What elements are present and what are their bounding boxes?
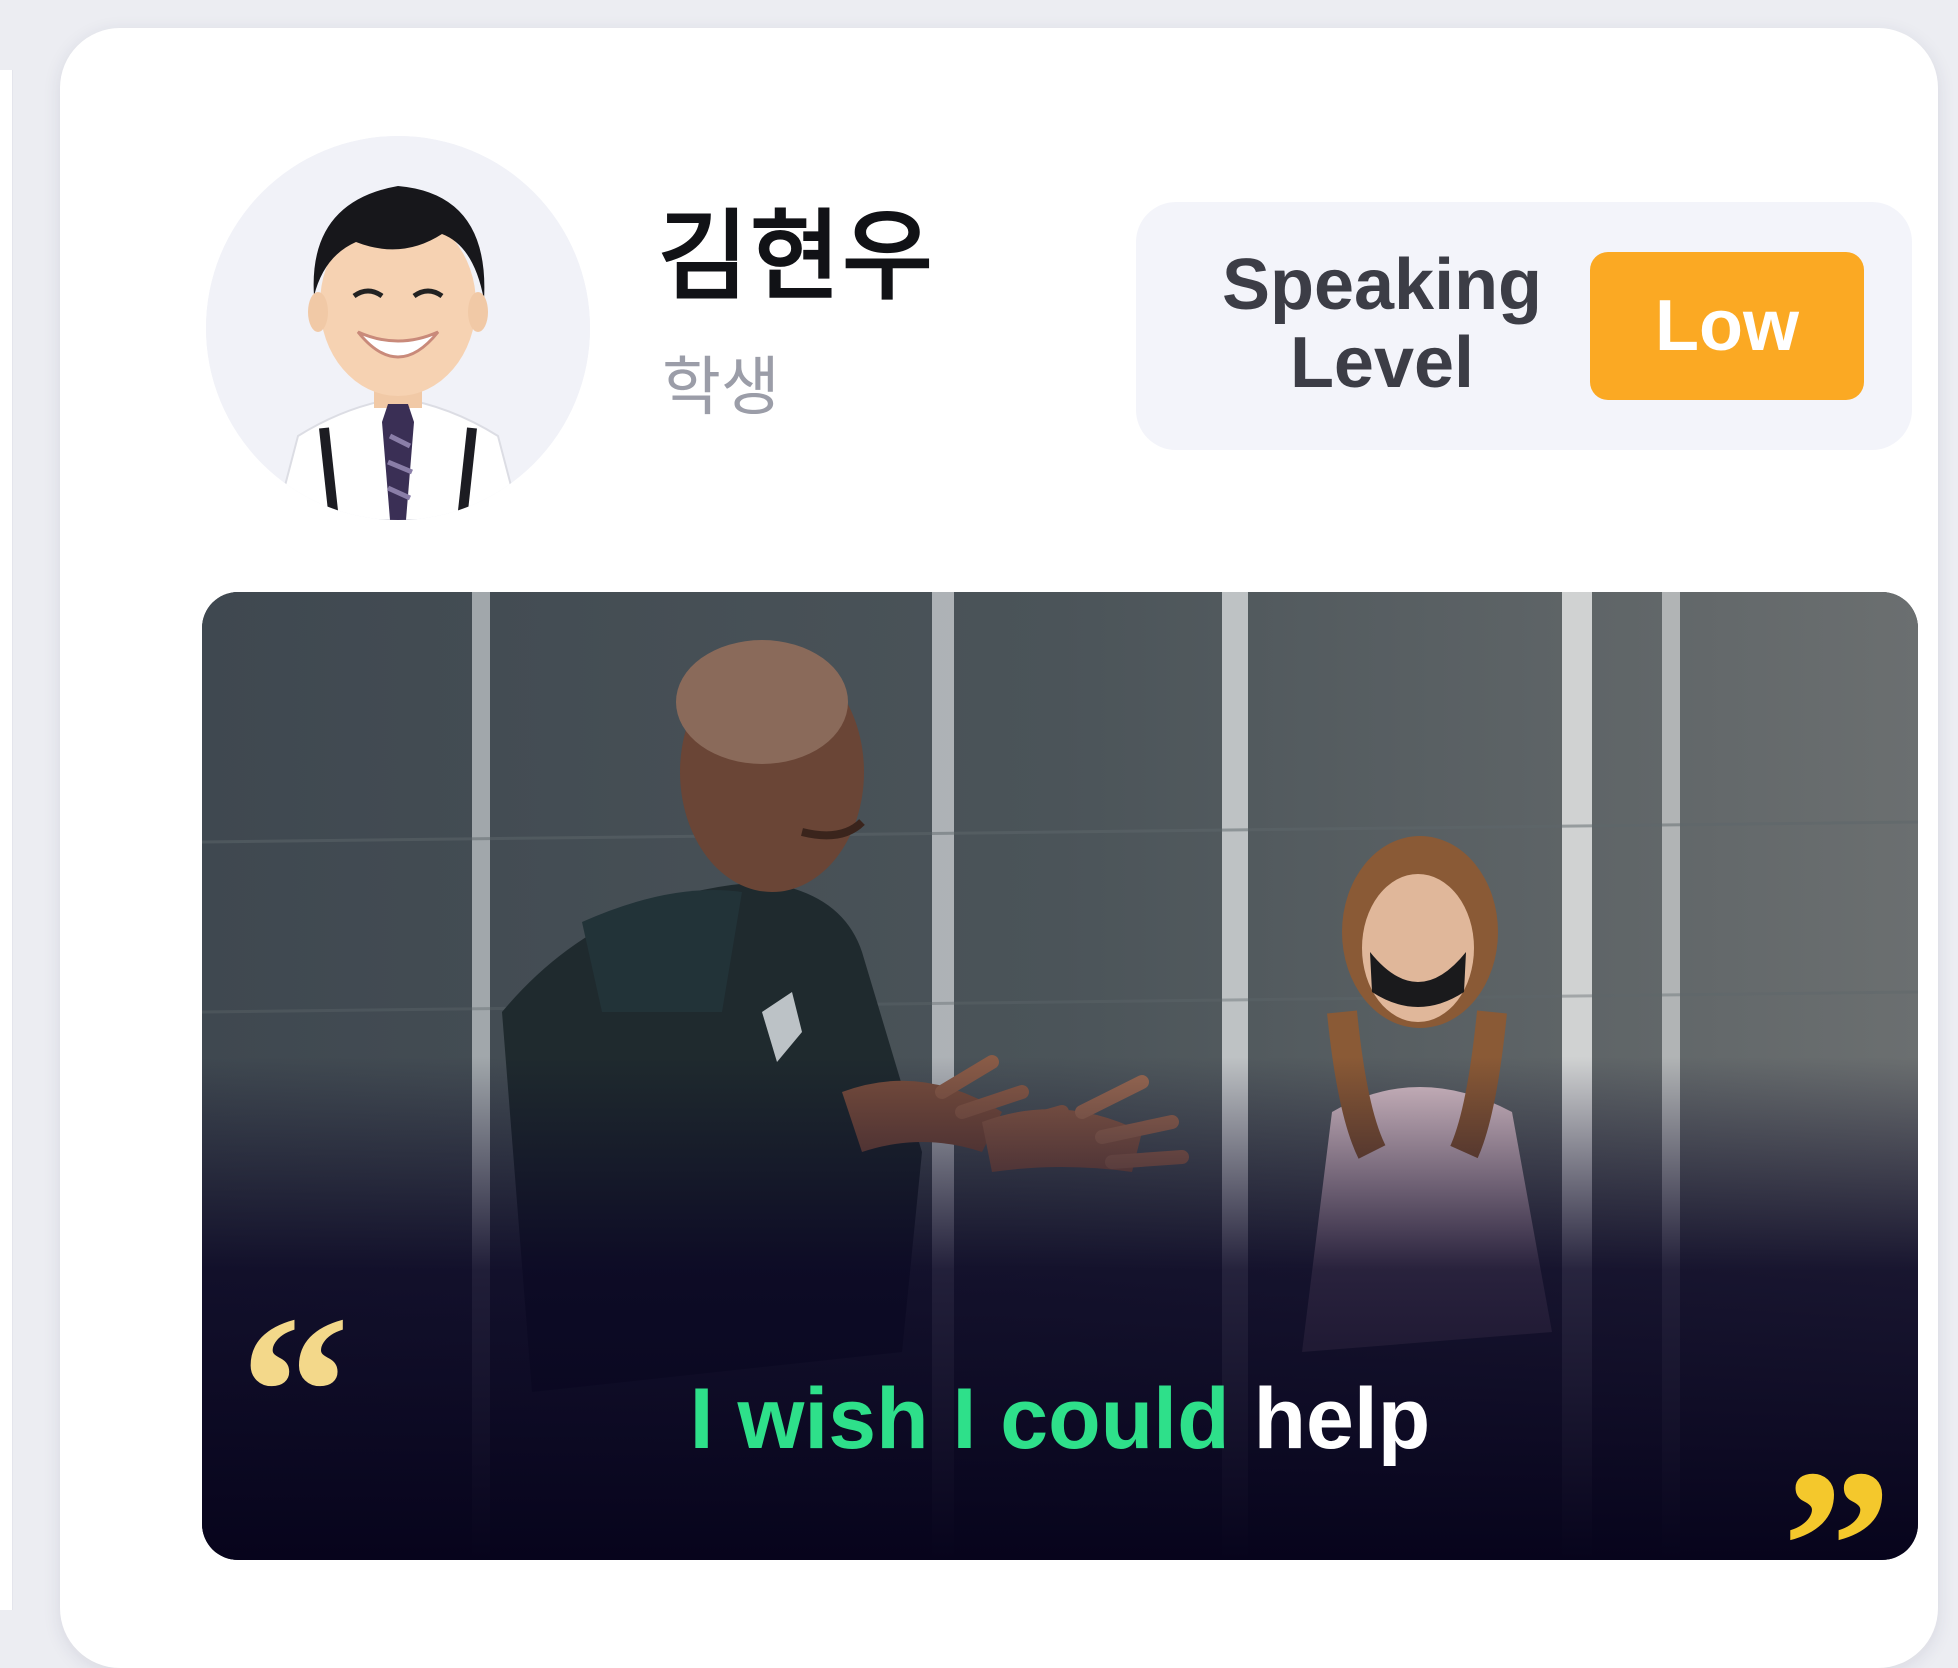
speaking-level-label: Speaking Level bbox=[1221, 245, 1543, 403]
student-photo bbox=[206, 136, 590, 520]
left-panel-edge bbox=[0, 70, 13, 1610]
student-card: 김현우 학생 Speaking Level Low “ I wish I cou… bbox=[60, 28, 1938, 1668]
caption-pending-text: help bbox=[1253, 1371, 1431, 1467]
video-caption: I wish I could help bbox=[202, 1376, 1918, 1462]
caption-spoken-text: I wish I could bbox=[689, 1371, 1230, 1467]
student-role: 학생 bbox=[662, 351, 780, 425]
quote-close-icon: ” bbox=[1782, 1424, 1892, 1560]
video-thumbnail[interactable]: “ I wish I could help ” bbox=[202, 592, 1918, 1560]
avatar bbox=[206, 136, 590, 520]
speaking-level-box: Speaking Level Low bbox=[1136, 202, 1912, 450]
student-name: 김현우 bbox=[658, 200, 935, 314]
speaking-level-badge: Low bbox=[1590, 252, 1864, 400]
